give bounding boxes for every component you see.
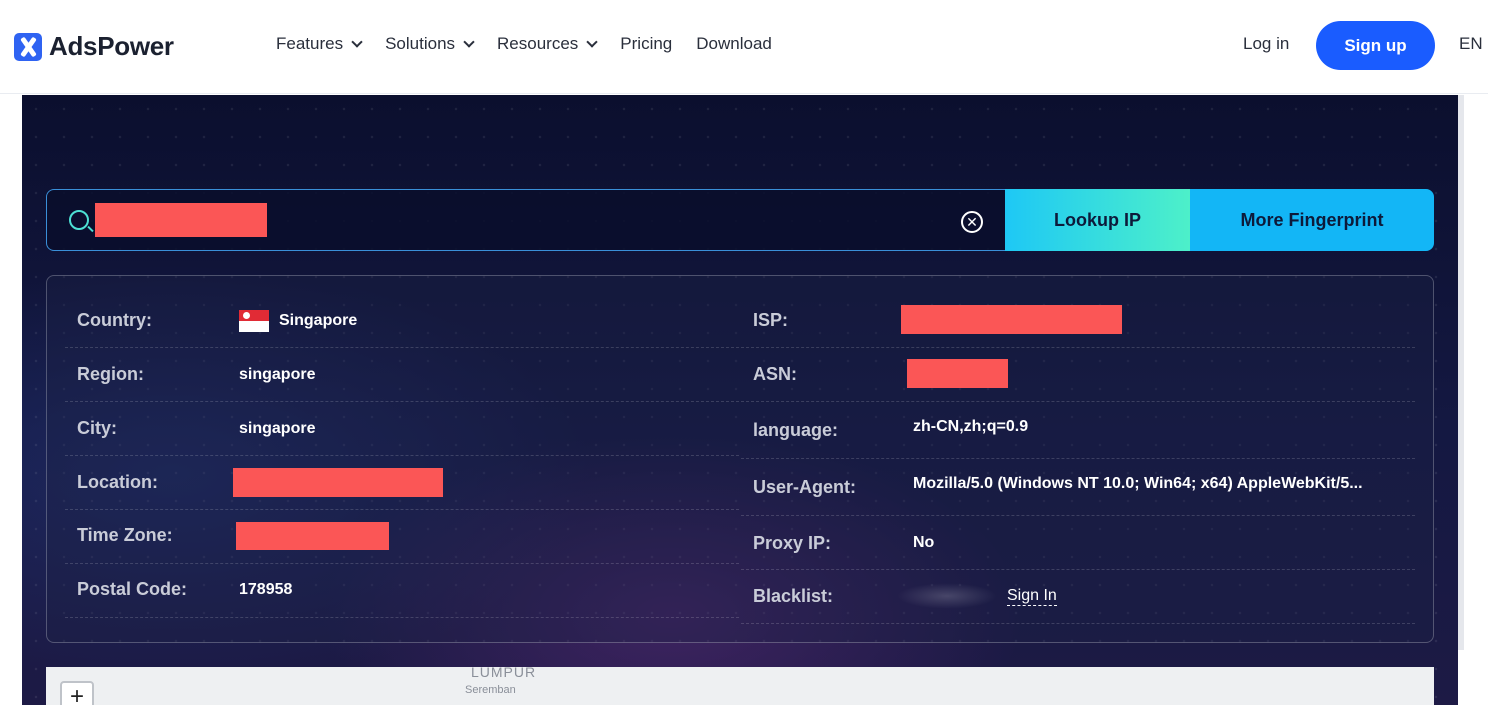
logo-text: AdsPower — [49, 31, 174, 61]
user-agent-value: Mozilla/5.0 (Windows NT 10.0; Win64; x64… — [913, 475, 1363, 492]
proxy-label: Proxy IP: — [753, 533, 832, 553]
nav-solutions[interactable]: Solutions — [385, 34, 475, 54]
scrollbar-track[interactable] — [1458, 95, 1464, 650]
ip-info-panel: Country: Singapore Region: singapore Cit… — [46, 275, 1434, 643]
timezone-label: Time Zone: — [77, 525, 173, 545]
ip-search-bar: ✕ — [46, 189, 1006, 251]
redacted-timezone — [236, 522, 389, 550]
nav-features[interactable]: Features — [276, 34, 363, 54]
postal-label: Postal Code: — [77, 579, 188, 599]
info-row-country: Country: Singapore — [65, 294, 739, 348]
nav-pricing-label: Pricing — [620, 34, 673, 53]
proxy-value: No — [913, 534, 935, 551]
info-row-region: Region: singapore — [65, 348, 739, 402]
info-row-proxy: Proxy IP: No — [741, 516, 1415, 570]
map-zoom-in-button[interactable]: + — [60, 681, 94, 705]
info-row-isp: ISP: — [741, 294, 1415, 348]
chevron-down-icon — [586, 35, 598, 48]
site-header: AdsPower Features Solutions Resources Pr… — [0, 0, 1488, 94]
chevron-down-icon — [463, 35, 475, 48]
language-label: language: — [753, 420, 839, 440]
info-row-user-agent: User-Agent: Mozilla/5.0 (Windows NT 10.0… — [741, 459, 1415, 516]
country-name: Singapore — [279, 312, 358, 330]
chevron-down-icon — [351, 35, 363, 48]
search-icon — [69, 210, 89, 230]
country-label: Country: — [77, 310, 152, 330]
blacklist-sign-in-link[interactable]: Sign In — [1007, 587, 1057, 606]
main-nav: Features Solutions Resources Pricing Dow… — [276, 34, 796, 54]
country-value: Singapore — [239, 310, 357, 332]
redacted-asn — [907, 359, 1008, 388]
asn-label: ASN: — [753, 364, 797, 384]
language-selector[interactable]: EN — [1459, 34, 1483, 54]
lookup-ip-button[interactable]: Lookup IP — [1005, 189, 1190, 251]
info-row-location: Location: — [65, 456, 739, 510]
isp-label: ISP: — [753, 310, 789, 330]
redacted-ip — [95, 203, 267, 237]
nav-download-label: Download — [696, 34, 772, 53]
language-value: zh-CN,zh;q=0.9 — [913, 418, 1029, 435]
info-row-asn: ASN: — [741, 348, 1415, 402]
nav-features-label: Features — [276, 34, 344, 53]
user-agent-label: User-Agent: — [753, 477, 857, 497]
blacklist-label: Blacklist: — [753, 586, 834, 606]
login-link[interactable]: Log in — [1243, 34, 1289, 54]
singapore-flag-icon — [239, 310, 269, 332]
postal-value: 178958 — [239, 581, 293, 598]
info-row-city: City: singapore — [65, 402, 739, 456]
region-label: Region: — [77, 364, 144, 384]
city-label: City: — [77, 418, 117, 438]
map-label-lumpur: LUMPUR — [471, 667, 537, 680]
redacted-location — [233, 468, 443, 497]
logo[interactable]: AdsPower — [14, 31, 174, 62]
blurred-blacklist-value — [897, 583, 997, 609]
city-value: singapore — [239, 420, 316, 437]
nav-resources[interactable]: Resources — [497, 34, 598, 54]
info-row-timezone: Time Zone: — [65, 510, 739, 564]
redacted-isp — [901, 305, 1122, 334]
nav-resources-label: Resources — [497, 34, 579, 53]
signup-button[interactable]: Sign up — [1316, 21, 1435, 70]
close-icon[interactable]: ✕ — [961, 211, 983, 233]
location-label: Location: — [77, 472, 158, 492]
more-fingerprint-button[interactable]: More Fingerprint — [1190, 189, 1434, 251]
info-row-language: language: zh-CN,zh;q=0.9 — [741, 402, 1415, 459]
nav-solutions-label: Solutions — [385, 34, 456, 53]
info-row-blacklist: Blacklist: Sign In — [741, 570, 1415, 624]
map-label-seremban: Seremban — [465, 684, 516, 696]
region-value: singapore — [239, 366, 316, 383]
adspower-logo-icon — [14, 32, 42, 61]
location-map[interactable]: LUMPUR Seremban + — [46, 667, 1434, 705]
info-row-postal: Postal Code: 178958 — [65, 564, 739, 618]
nav-pricing[interactable]: Pricing — [620, 34, 672, 54]
nav-download[interactable]: Download — [696, 34, 772, 54]
